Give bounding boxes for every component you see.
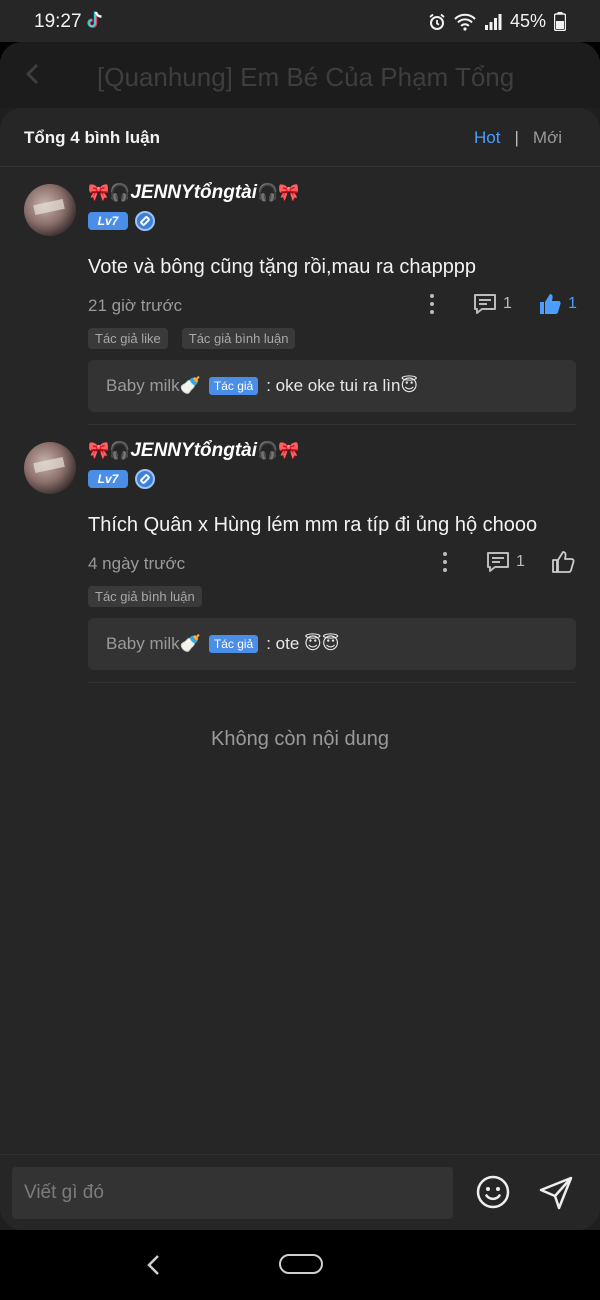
comment-icon [474, 294, 496, 314]
comment-text: Vote và bông cũng tặng rồi,mau ra chappp… [88, 256, 477, 278]
comment-icon [487, 552, 509, 572]
author-reply-tag: Tác giả bình luận [181, 328, 296, 349]
author-reply-tag: Tác giả bình luận [88, 586, 202, 607]
sort-hot-tab[interactable]: Hot [474, 128, 500, 148]
ribbon-icon: 🎧🎀 [257, 183, 300, 202]
author-like-tag: Tác giả like [88, 328, 168, 349]
divider [88, 424, 576, 425]
signal-icon [484, 13, 502, 30]
back-icon[interactable] [24, 62, 42, 86]
send-icon[interactable] [538, 1175, 574, 1211]
reply-author: Baby milk🍼 [106, 634, 201, 653]
battery-level: 45% [509, 11, 546, 31]
battery-icon [554, 12, 566, 31]
tag-list: Tác giả like Tác giả bình luận [88, 328, 296, 349]
verified-badge-icon [135, 469, 155, 489]
thumbs-up-icon [552, 551, 575, 573]
page-title: [Quanhung] Em Bé Của Phạm Tổng [97, 62, 515, 92]
comment-count: Tổng 4 bình luận [24, 128, 160, 147]
wifi-icon [454, 13, 476, 31]
comment-text: Thích Quân x Hùng lém mm ra típ đi ủng h… [88, 514, 538, 536]
sort-separator: | [514, 128, 519, 147]
reply-button[interactable]: 1 [473, 293, 512, 315]
reply-preview[interactable]: Baby milk🍼 Tác giả : ote 😇😇 [88, 618, 576, 670]
sort-new-tab[interactable]: Mới [533, 128, 562, 148]
comment-composer [0, 1154, 600, 1231]
ribbon-icon: 🎧🎀 [257, 441, 300, 460]
page-header: [Quanhung] Em Bé Của Phạm Tổng [0, 42, 600, 108]
reply-author: Baby milk🍼 [106, 376, 201, 395]
level-badge: Lv7 [88, 212, 128, 230]
divider [88, 682, 576, 683]
status-time: 19:27 [34, 11, 82, 32]
status-bar: 19:27 45% [0, 0, 600, 42]
comments-sheet: Tổng 4 bình luận Hot | Mới 🎀🎧JENNYtổngtà… [0, 108, 600, 1230]
alarm-icon [429, 13, 445, 30]
reply-text: : ote 😇😇 [266, 634, 340, 653]
tiktok-icon [87, 11, 102, 28]
reply-button[interactable]: 1 [486, 551, 525, 573]
comments-header: Tổng 4 bình luận Hot | Mới [0, 108, 600, 167]
reply-count: 1 [516, 553, 525, 570]
more-vertical-icon[interactable] [429, 294, 435, 314]
comment-input-box[interactable] [12, 1167, 453, 1219]
no-more-content: Không còn nội dung [211, 728, 389, 750]
ribbon-icon: 🎀🎧 [88, 183, 131, 202]
author-tag: Tác giả [208, 635, 259, 653]
reply-count: 1 [503, 295, 512, 312]
comment-time: 21 giờ trước [88, 296, 183, 315]
avatar[interactable] [24, 184, 76, 236]
like-count: 1 [568, 295, 577, 312]
avatar[interactable] [24, 442, 76, 494]
username[interactable]: 🎀🎧JENNYtổngtài🎧🎀 [88, 182, 299, 204]
sort-tabs: Hot | Mới [474, 128, 562, 148]
reply-text: : oke oke tui ra lìn😇 [266, 376, 419, 395]
like-button[interactable]: 1 [538, 292, 577, 316]
more-vertical-icon[interactable] [442, 552, 448, 572]
smiley-icon[interactable] [476, 1175, 510, 1209]
nav-back-icon[interactable] [146, 1254, 162, 1276]
username-text: JENNYtổngtài [130, 182, 258, 203]
ribbon-icon: 🎀🎧 [88, 441, 131, 460]
thumbs-up-icon [540, 294, 561, 314]
comment-input[interactable] [12, 1167, 453, 1219]
tag-list: Tác giả bình luận [88, 586, 202, 607]
username-text: JENNYtổngtài [130, 440, 258, 461]
like-button[interactable] [551, 550, 575, 574]
level-badge: Lv7 [88, 470, 128, 488]
author-tag: Tác giả [208, 377, 259, 395]
comment-time: 4 ngày trước [88, 554, 186, 573]
username[interactable]: 🎀🎧JENNYtổngtài🎧🎀 [88, 440, 299, 462]
verified-badge-icon [135, 211, 155, 231]
reply-preview[interactable]: Baby milk🍼 Tác giả : oke oke tui ra lìn😇 [88, 360, 576, 412]
nav-home-button[interactable] [279, 1254, 323, 1274]
system-navigation-bar [0, 1230, 600, 1300]
